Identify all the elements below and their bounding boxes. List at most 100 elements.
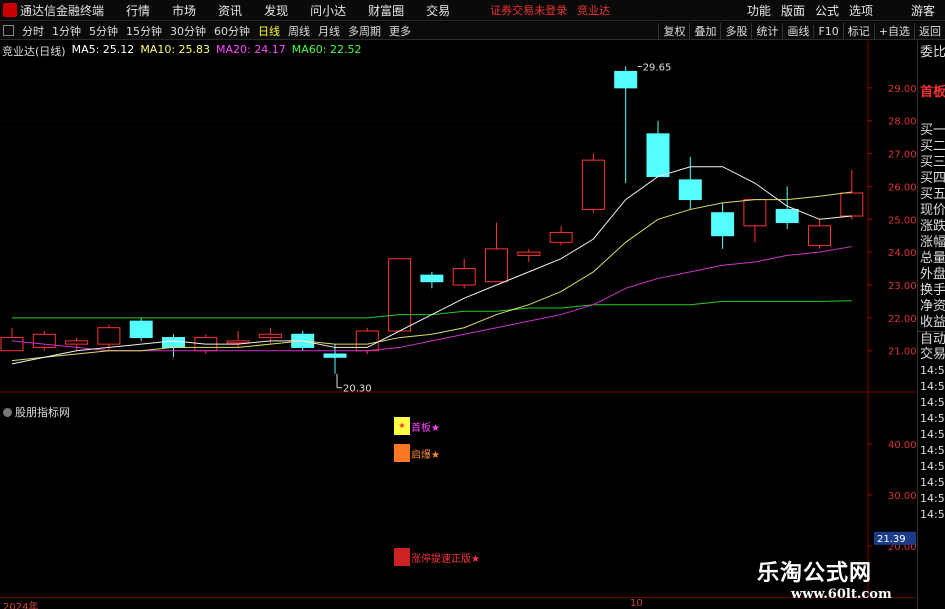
rp-bid-4: 买四 [920, 171, 945, 186]
rp-spacer [918, 61, 945, 85]
rp-time-3: 14:56 [920, 412, 945, 425]
candle-up [581, 159, 605, 210]
rp-outer-volume: 外盘 [920, 267, 945, 282]
indicator-name: 股朋指标网 [15, 406, 70, 419]
tab-period-1min[interactable]: 1分钟 [48, 23, 85, 39]
tab-period-daily[interactable]: 日线 [254, 23, 284, 39]
toolbar-right: 复权 叠加 多股 统计 画线 F10 标记 +自选 返回 [658, 22, 945, 40]
tab-period-30min[interactable]: 30分钟 [166, 23, 210, 39]
ind-tick-label: 40.00 [888, 440, 916, 451]
overlay-button[interactable]: 叠加 [689, 23, 720, 39]
tab-period-intraday[interactable]: 分时 [18, 23, 48, 39]
tab-period-5min[interactable]: 5分钟 [85, 23, 122, 39]
price-tick-label: 21.00 [888, 347, 916, 358]
candle-up [0, 337, 24, 352]
candle-up [65, 340, 89, 345]
price-tick-label: 26.00 [888, 182, 916, 193]
tab-period-60min[interactable]: 60分钟 [210, 23, 254, 39]
rp-first-board: 首板 [920, 85, 945, 100]
multi-stock-button[interactable]: 多股 [720, 23, 751, 39]
candle-down [646, 133, 670, 178]
menu-item-assistant[interactable]: 问小达 [310, 2, 346, 19]
right-menu: 功能 版面 公式 选项 游客 [737, 0, 945, 21]
candle-up [517, 251, 541, 256]
menu-item-function[interactable]: 功能 [747, 2, 771, 19]
indicator-settings-icon[interactable] [3, 407, 12, 417]
candle-down [420, 274, 444, 283]
candle-down [678, 179, 702, 201]
signal-breakout: 启爆★ [394, 444, 440, 462]
rp-volume: 总量 [920, 251, 945, 266]
login-status[interactable]: 证券交易未登录 [490, 2, 567, 18]
rp-spacer-2 [918, 101, 945, 123]
current-stock-label: 竞业达 [577, 4, 611, 17]
candle-down [162, 337, 185, 348]
tab-period-weekly[interactable]: 周线 [284, 23, 314, 39]
candle-down [323, 353, 347, 358]
rp-bid-1: 买一 [920, 123, 945, 138]
tab-period-more[interactable]: 更多 [385, 23, 415, 39]
menu-item-formula[interactable]: 公式 [815, 2, 839, 19]
menu-item-news[interactable]: 资讯 [218, 2, 242, 19]
indicator-title[interactable]: 股朋指标网 [3, 404, 70, 420]
draw-line-button[interactable]: 画线 [782, 23, 813, 39]
adjust-button[interactable]: 复权 [658, 23, 689, 39]
candle-up [226, 340, 250, 344]
app-title: 通达信金融终端 [20, 3, 105, 18]
rp-time-0: 14:55 [920, 364, 945, 377]
back-button[interactable]: 返回 [914, 23, 945, 39]
rp-auto[interactable]: 自动 [918, 331, 945, 347]
price-tick-label: 24.00 [888, 248, 916, 259]
f10-button[interactable]: F10 [813, 24, 842, 38]
menu-item-market[interactable]: 市场 [172, 2, 196, 19]
price-tick-label: 23.00 [888, 281, 916, 292]
menu-item-trade[interactable]: 交易 [426, 2, 450, 19]
price-marker-label: 21.39 [877, 534, 906, 545]
candle-up [258, 333, 282, 339]
tab-period-multi[interactable]: 多周期 [344, 23, 385, 39]
rp-commission-ratio: 委比 [920, 45, 945, 60]
candle-up [743, 199, 767, 227]
date-label-month: 10 [630, 598, 643, 609]
signal-limit-up-box [394, 548, 410, 566]
ind-tick-label: 30.00 [888, 491, 916, 502]
rp-bid-3: 买三 [920, 155, 945, 170]
signal-breakout-box [394, 444, 410, 462]
menu-item-layout[interactable]: 版面 [781, 2, 805, 19]
rp-time-1: 14:56 [920, 380, 945, 393]
tab-period-monthly[interactable]: 月线 [314, 23, 344, 39]
rp-change-pct: 涨幅 [920, 235, 945, 250]
candle-down [129, 320, 153, 339]
rp-time-6: 14:56 [920, 460, 945, 473]
add-watchlist-button[interactable]: +自选 [873, 23, 914, 39]
signal-limit-up-label: 涨停提速正版★ [411, 553, 480, 565]
signal-first-board-label: 首板★ [411, 422, 440, 434]
candle-up [32, 333, 56, 348]
kline-svg[interactable]: 29.00 28.00 27.00 26.00 25.00 24.00 23.00 22.00… [0, 41, 916, 597]
menu-item-options[interactable]: 选项 [849, 2, 873, 19]
menu-item-discover[interactable]: 发现 [264, 2, 288, 19]
rp-time-7: 14:56 [920, 476, 945, 489]
rp-trade[interactable]: 交易 [918, 347, 945, 363]
rp-bid-5: 买五 [920, 187, 945, 202]
candle-up [840, 192, 864, 217]
rp-net-assets: 净资 [920, 299, 945, 314]
candle-up [452, 268, 476, 286]
candle-down [775, 208, 799, 224]
user-label[interactable]: 游客 [911, 2, 935, 19]
statistics-button[interactable]: 统计 [751, 23, 782, 39]
price-tick-label: 25.00 [888, 215, 916, 226]
kline-chart[interactable]: 29.00 28.00 27.00 26.00 25.00 24.00 23.00 22.00… [0, 41, 916, 597]
menu-item-wealth[interactable]: 财富圈 [368, 2, 404, 19]
toggle-panel-icon[interactable] [3, 25, 14, 36]
mark-button[interactable]: 标记 [842, 23, 874, 39]
menu-item-quotes[interactable]: 行情 [126, 2, 150, 19]
tab-period-15min[interactable]: 15分钟 [122, 23, 166, 39]
candle-up [97, 327, 121, 345]
candle-up [808, 225, 831, 247]
watermark-url: www.60lt.com [791, 587, 892, 602]
watermark-title: 乐淘公式网 [757, 561, 873, 586]
candle-down [614, 70, 638, 89]
price-tick-label: 22.00 [888, 314, 916, 325]
rp-turnover: 换手 [920, 283, 945, 298]
